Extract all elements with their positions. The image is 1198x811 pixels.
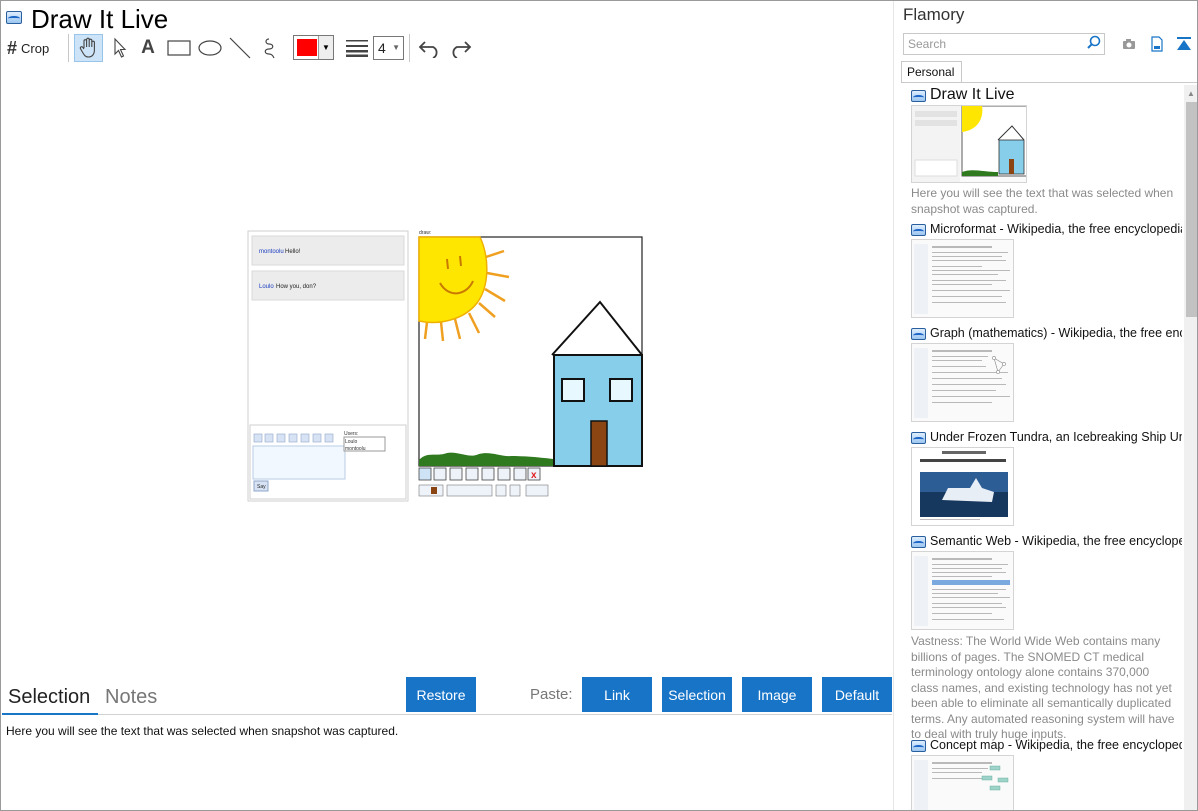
paste-selection-button[interactable]: Selection [662,677,732,712]
toolbar-separator [409,34,410,62]
document-icon[interactable] [1149,36,1165,52]
app-icon [911,740,926,752]
selection-text[interactable]: Here you will see the text that was sele… [6,724,398,738]
app-icon [911,90,926,102]
freehand-icon [264,38,275,59]
list-item[interactable]: Concept map - Wikipedia, the free encycl… [910,737,1182,810]
snapshot-list: Draw It Live Here you will see the text … [910,85,1182,810]
tab-notes[interactable]: Notes [105,684,157,710]
users-label: Users: [344,431,358,437]
list-item-title: Concept map - Wikipedia, the free encycl… [930,738,1182,752]
snapshot-image: montoolu Hello! Loulo How you, don? User… [247,229,649,504]
main-pane: Draw It Live # Crop A ▼ 4 ▼ montoolu Hel… [1,1,893,810]
crop-label: Crop [21,40,50,56]
search-input[interactable]: Search [903,33,1105,55]
app-icon [911,536,926,548]
canvas-label: draw: [419,230,431,236]
list-item-thumbnail [911,343,1014,422]
app-icon [911,224,926,236]
list-item[interactable]: Graph (mathematics) - Wikipedia, the fre… [910,325,1182,422]
sidebar: Flamory Search Personal Draw It Live Her… [893,1,1197,810]
pointer-tool-button[interactable] [107,34,133,62]
active-tab-indicator [2,713,98,715]
text-icon: A [141,37,155,58]
color-swatch [297,39,317,56]
user-2: montoolu [345,446,366,452]
redo-icon [452,41,472,58]
undo-icon [418,41,438,58]
list-item-thumbnail [911,551,1014,630]
hand-icon [79,37,95,58]
text-tool-button[interactable]: A [137,34,159,62]
crop-icon: # [7,37,18,58]
search-placeholder: Search [908,37,947,51]
scrollbar-thumb[interactable] [1186,102,1197,317]
chat-text-1: Hello! [285,249,301,255]
chevron-down-icon: ▼ [392,43,400,52]
camera-icon[interactable] [1121,36,1137,52]
list-item-thumbnail [911,239,1014,318]
app-icon [911,328,926,340]
line-style-button[interactable] [344,34,370,62]
chat-text-2: How you, don? [276,284,317,290]
paste-default-button[interactable]: Default [822,677,892,712]
redo-button[interactable] [447,34,473,62]
chat-user-2: Loulo [259,284,274,290]
color-picker[interactable]: ▼ [293,35,334,60]
app-window: Draw It Live # Crop A ▼ 4 ▼ montoolu Hel… [0,0,1198,811]
collapse-icon[interactable] [1176,36,1192,52]
paste-label: Paste: [530,686,573,703]
page-title: Draw It Live [31,4,169,34]
list-item[interactable]: Under Frozen Tundra, an Icebreaking Ship… [910,429,1182,526]
hand-tool-button[interactable] [74,34,103,62]
line-width-value: 4 [378,40,386,56]
svg-text:x: x [531,470,537,481]
tab-divider [98,714,892,715]
crop-button[interactable]: # Crop [7,34,59,62]
ellipse-icon [198,40,222,56]
list-item-thumbnail [911,755,1014,810]
freehand-tool-button[interactable] [257,34,283,62]
list-item[interactable]: Draw It Live Here you will see the text … [910,87,1182,216]
list-item[interactable]: Semantic Web - Wikipedia, the free encyc… [910,533,1182,741]
search-icon[interactable] [1087,35,1101,53]
restore-button[interactable]: Restore [406,677,476,712]
line-weight-icon [346,40,368,57]
sidebar-scrollbar[interactable]: ▲ [1184,85,1197,810]
paste-image-button[interactable]: Image [742,677,812,712]
list-item-title: Microformat - Wikipedia, the free encycl… [930,222,1182,236]
tab-divider [901,82,1197,83]
chevron-up-icon[interactable]: ▲ [1187,89,1195,98]
say-button-label: Say [257,484,266,490]
brand-name: Flamory [903,5,965,24]
user-1: Loulo [345,439,357,445]
list-item-title: Draw It Live [930,87,1015,103]
rectangle-icon [167,40,191,56]
app-icon [911,432,926,444]
list-item-desc: Here you will see the text that was sele… [911,186,1174,216]
app-icon [6,11,22,24]
chevron-down-icon: ▼ [318,36,333,59]
list-item[interactable]: Microformat - Wikipedia, the free encycl… [910,221,1182,318]
paste-link-button[interactable]: Link [582,677,652,712]
list-item-thumbnail [911,105,1027,183]
rectangle-tool-button[interactable] [165,34,193,62]
list-item-thumbnail [911,447,1014,526]
list-item-desc: Vastness: The World Wide Web contains ma… [911,634,1175,741]
list-item-title: Graph (mathematics) - Wikipedia, the fre… [930,326,1182,340]
snapshot-drawing: montoolu Hello! Loulo How you, don? User… [247,230,643,502]
tab-personal[interactable]: Personal [901,61,962,83]
tab-selection[interactable]: Selection [8,684,90,710]
toolbar-separator [68,34,69,62]
line-icon [229,37,251,59]
ellipse-tool-button[interactable] [196,34,224,62]
list-item-title: Semantic Web - Wikipedia, the free encyc… [930,534,1182,548]
line-tool-button[interactable] [227,34,253,62]
list-item-title: Under Frozen Tundra, an Icebreaking Ship… [930,430,1182,444]
undo-button[interactable] [417,34,443,62]
line-width-select[interactable]: 4 ▼ [373,36,404,60]
pointer-icon [114,37,127,58]
chat-user-1: montoolu [259,249,284,255]
